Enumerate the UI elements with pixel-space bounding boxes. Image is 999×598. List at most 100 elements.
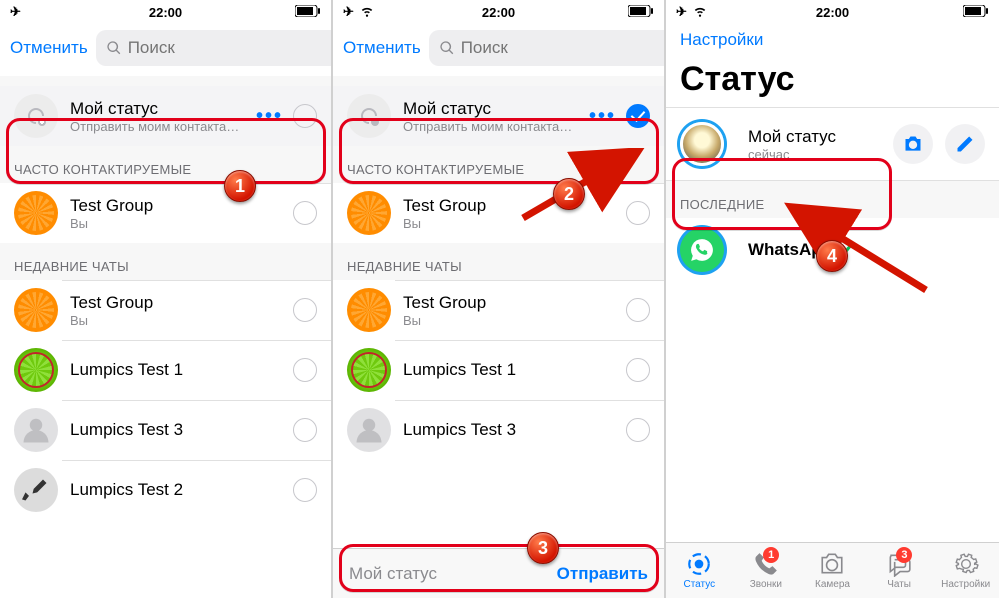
camera-icon: [819, 551, 845, 577]
item-subtitle: Вы: [403, 313, 618, 328]
clock-time: 22:00: [333, 5, 664, 20]
status-ring-icon: [14, 94, 58, 138]
send-bar-label: Мой статус: [349, 564, 437, 584]
back-label: Настройки: [680, 30, 763, 50]
send-bar: Мой статус Отправить: [333, 548, 664, 598]
camera-status-button[interactable]: [893, 124, 933, 164]
share-sheet-panel-2: ✈ 22:00 Отменить Мой статус Отправить мо…: [333, 0, 666, 598]
item-title: Test Group: [70, 293, 285, 313]
list-item[interactable]: Lumpics Test 1: [0, 340, 331, 400]
group-avatar-icon: [14, 191, 58, 235]
clock-time: 22:00: [0, 5, 331, 20]
search-field[interactable]: [429, 30, 666, 66]
tab-label: Настройки: [941, 579, 990, 590]
my-status-row[interactable]: Мой статус Отправить моим контактам, кр……: [0, 86, 331, 146]
my-status-subtitle: Отправить моим контактам, кр…: [70, 119, 248, 134]
select-radio[interactable]: [293, 104, 317, 128]
my-status-time: сейчас: [748, 147, 881, 162]
tab-chats[interactable]: Чаты 3: [866, 543, 933, 598]
my-status-title: Мой статус: [403, 99, 581, 119]
tab-label: Статус: [683, 579, 715, 590]
my-status-title: Мой статус: [70, 99, 248, 119]
list-item[interactable]: Lumpics Test 1: [333, 340, 664, 400]
whatsapp-avatar-icon: [680, 228, 724, 272]
status-icon: [686, 551, 712, 577]
status-bar: ✈ 22:00: [0, 0, 331, 24]
select-radio[interactable]: [626, 358, 650, 382]
status-bar: ✈ 22:00: [666, 0, 999, 24]
header: Отменить: [0, 24, 331, 76]
list-item[interactable]: Lumpics Test 3: [0, 400, 331, 460]
select-radio[interactable]: [293, 478, 317, 502]
my-status-row[interactable]: Мой статус Отправить моим контактам, кр……: [333, 86, 664, 146]
gear-icon: [953, 551, 979, 577]
section-recent: НЕДАВНИЕ ЧАТЫ: [0, 243, 331, 280]
item-title: Lumpics Test 1: [403, 360, 618, 380]
privacy-dots-icon[interactable]: •••: [589, 105, 616, 128]
search-input[interactable]: [461, 38, 666, 58]
back-link[interactable]: Настройки: [666, 24, 999, 56]
header: Отменить: [333, 24, 664, 76]
contact-avatar-icon: [347, 348, 391, 392]
my-status-subtitle: Отправить моим контактам, кр…: [403, 119, 581, 134]
search-field[interactable]: [96, 30, 333, 66]
search-icon: [106, 40, 122, 56]
status-screen-panel: ✈ 22:00 Настройки Статус Мой статус сейч…: [666, 0, 999, 598]
group-avatar-icon: [14, 288, 58, 332]
item-title: Lumpics Test 3: [403, 420, 618, 440]
item-title: Lumpics Test 2: [70, 480, 285, 500]
status-ring-icon: [347, 94, 391, 138]
cancel-button[interactable]: Отменить: [10, 38, 88, 58]
my-status-item[interactable]: Мой статус сейчас: [666, 108, 999, 180]
group-avatar-icon: [347, 288, 391, 332]
item-subtitle: Вы: [70, 216, 285, 231]
item-title: Test Group: [403, 293, 618, 313]
callout-4: 4: [816, 240, 848, 272]
select-radio[interactable]: [626, 418, 650, 442]
tab-bar: Статус Звонки 1 Камера Чаты 3 Настройки: [666, 542, 999, 598]
list-item[interactable]: Test Group Вы: [0, 183, 331, 243]
my-status-title: Мой статус: [748, 127, 881, 147]
callout-3: 3: [527, 532, 559, 564]
select-radio[interactable]: [293, 358, 317, 382]
select-radio-checked[interactable]: [626, 104, 650, 128]
tab-label: Звонки: [750, 579, 782, 590]
clock-time: 22:00: [666, 5, 999, 20]
list-item[interactable]: Test GroupВы: [333, 280, 664, 340]
callout-1: 1: [224, 170, 256, 202]
privacy-dots-icon[interactable]: •••: [256, 105, 283, 128]
list-item[interactable]: Test GroupВы: [0, 280, 331, 340]
tab-settings[interactable]: Настройки: [932, 543, 999, 598]
search-input[interactable]: [128, 38, 333, 58]
section-frequent: ЧАСТО КОНТАКТИРУЕМЫЕ: [0, 146, 331, 183]
tab-label: Чаты: [887, 579, 911, 590]
share-sheet-panel-1: ✈ 22:00 Отменить Мой статус Отправить мо…: [0, 0, 333, 598]
tab-calls[interactable]: Звонки 1: [733, 543, 800, 598]
group-avatar-icon: [347, 191, 391, 235]
item-subtitle: Вы: [70, 313, 285, 328]
edit-status-button[interactable]: [945, 124, 985, 164]
arrow-icon: [776, 200, 936, 300]
select-radio[interactable]: [293, 298, 317, 322]
tab-status[interactable]: Статус: [666, 543, 733, 598]
item-title: Test Group: [70, 196, 285, 216]
select-radio[interactable]: [293, 418, 317, 442]
page-title: Статус: [666, 56, 999, 107]
my-status-avatar: [680, 122, 724, 166]
tab-camera[interactable]: Камера: [799, 543, 866, 598]
callout-2: 2: [553, 178, 585, 210]
contact-avatar-icon: [14, 348, 58, 392]
list-item[interactable]: Lumpics Test 2: [0, 460, 331, 520]
select-radio[interactable]: [626, 298, 650, 322]
cancel-button[interactable]: Отменить: [343, 38, 421, 58]
select-radio[interactable]: [293, 201, 317, 225]
contact-avatar-icon: [14, 408, 58, 452]
section-recent: НЕДАВНИЕ ЧАТЫ: [333, 243, 664, 280]
search-icon: [439, 40, 455, 56]
contact-avatar-icon: [347, 408, 391, 452]
send-button[interactable]: Отправить: [557, 564, 648, 584]
item-title: Lumpics Test 3: [70, 420, 285, 440]
list-item[interactable]: Lumpics Test 3: [333, 400, 664, 460]
contact-avatar-icon: [14, 468, 58, 512]
item-title: Lumpics Test 1: [70, 360, 285, 380]
